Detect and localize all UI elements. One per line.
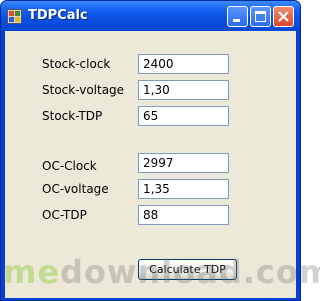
maximize-icon bbox=[255, 11, 266, 22]
oc-tdp-input[interactable]: 88 bbox=[138, 205, 229, 225]
oc-clock-label: OC-Clock bbox=[42, 159, 97, 173]
oc-clock-input[interactable]: 2997 bbox=[138, 153, 229, 173]
stock-tdp-input[interactable]: 65 bbox=[138, 106, 229, 126]
watermark-suffix: download.com bbox=[60, 253, 320, 291]
stock-voltage-input[interactable]: 1,30 bbox=[138, 80, 229, 100]
oc-voltage-label: OC-voltage bbox=[42, 182, 109, 196]
app-icon bbox=[7, 9, 22, 24]
stock-voltage-label: Stock-voltage bbox=[42, 83, 125, 97]
minimize-icon bbox=[233, 19, 240, 22]
close-icon bbox=[278, 11, 289, 22]
oc-voltage-input[interactable]: 1,35 bbox=[138, 179, 229, 199]
title-bar[interactable]: TDPCalc bbox=[1, 1, 300, 31]
close-button[interactable] bbox=[273, 6, 294, 27]
stock-clock-input[interactable]: 2400 bbox=[138, 54, 229, 74]
watermark: medownload.com bbox=[3, 253, 320, 291]
app-window: TDPCalc Stock-clock 2400 Stock-voltage 1… bbox=[0, 0, 320, 301]
maximize-button[interactable] bbox=[250, 6, 271, 27]
minimize-button[interactable] bbox=[227, 6, 248, 27]
oc-tdp-label: OC-TDP bbox=[42, 208, 87, 222]
stock-clock-label: Stock-clock bbox=[42, 57, 111, 71]
window-title: TDPCalc bbox=[28, 8, 88, 23]
stock-tdp-label: Stock-TDP bbox=[42, 109, 103, 123]
watermark-prefix: me bbox=[3, 253, 61, 291]
